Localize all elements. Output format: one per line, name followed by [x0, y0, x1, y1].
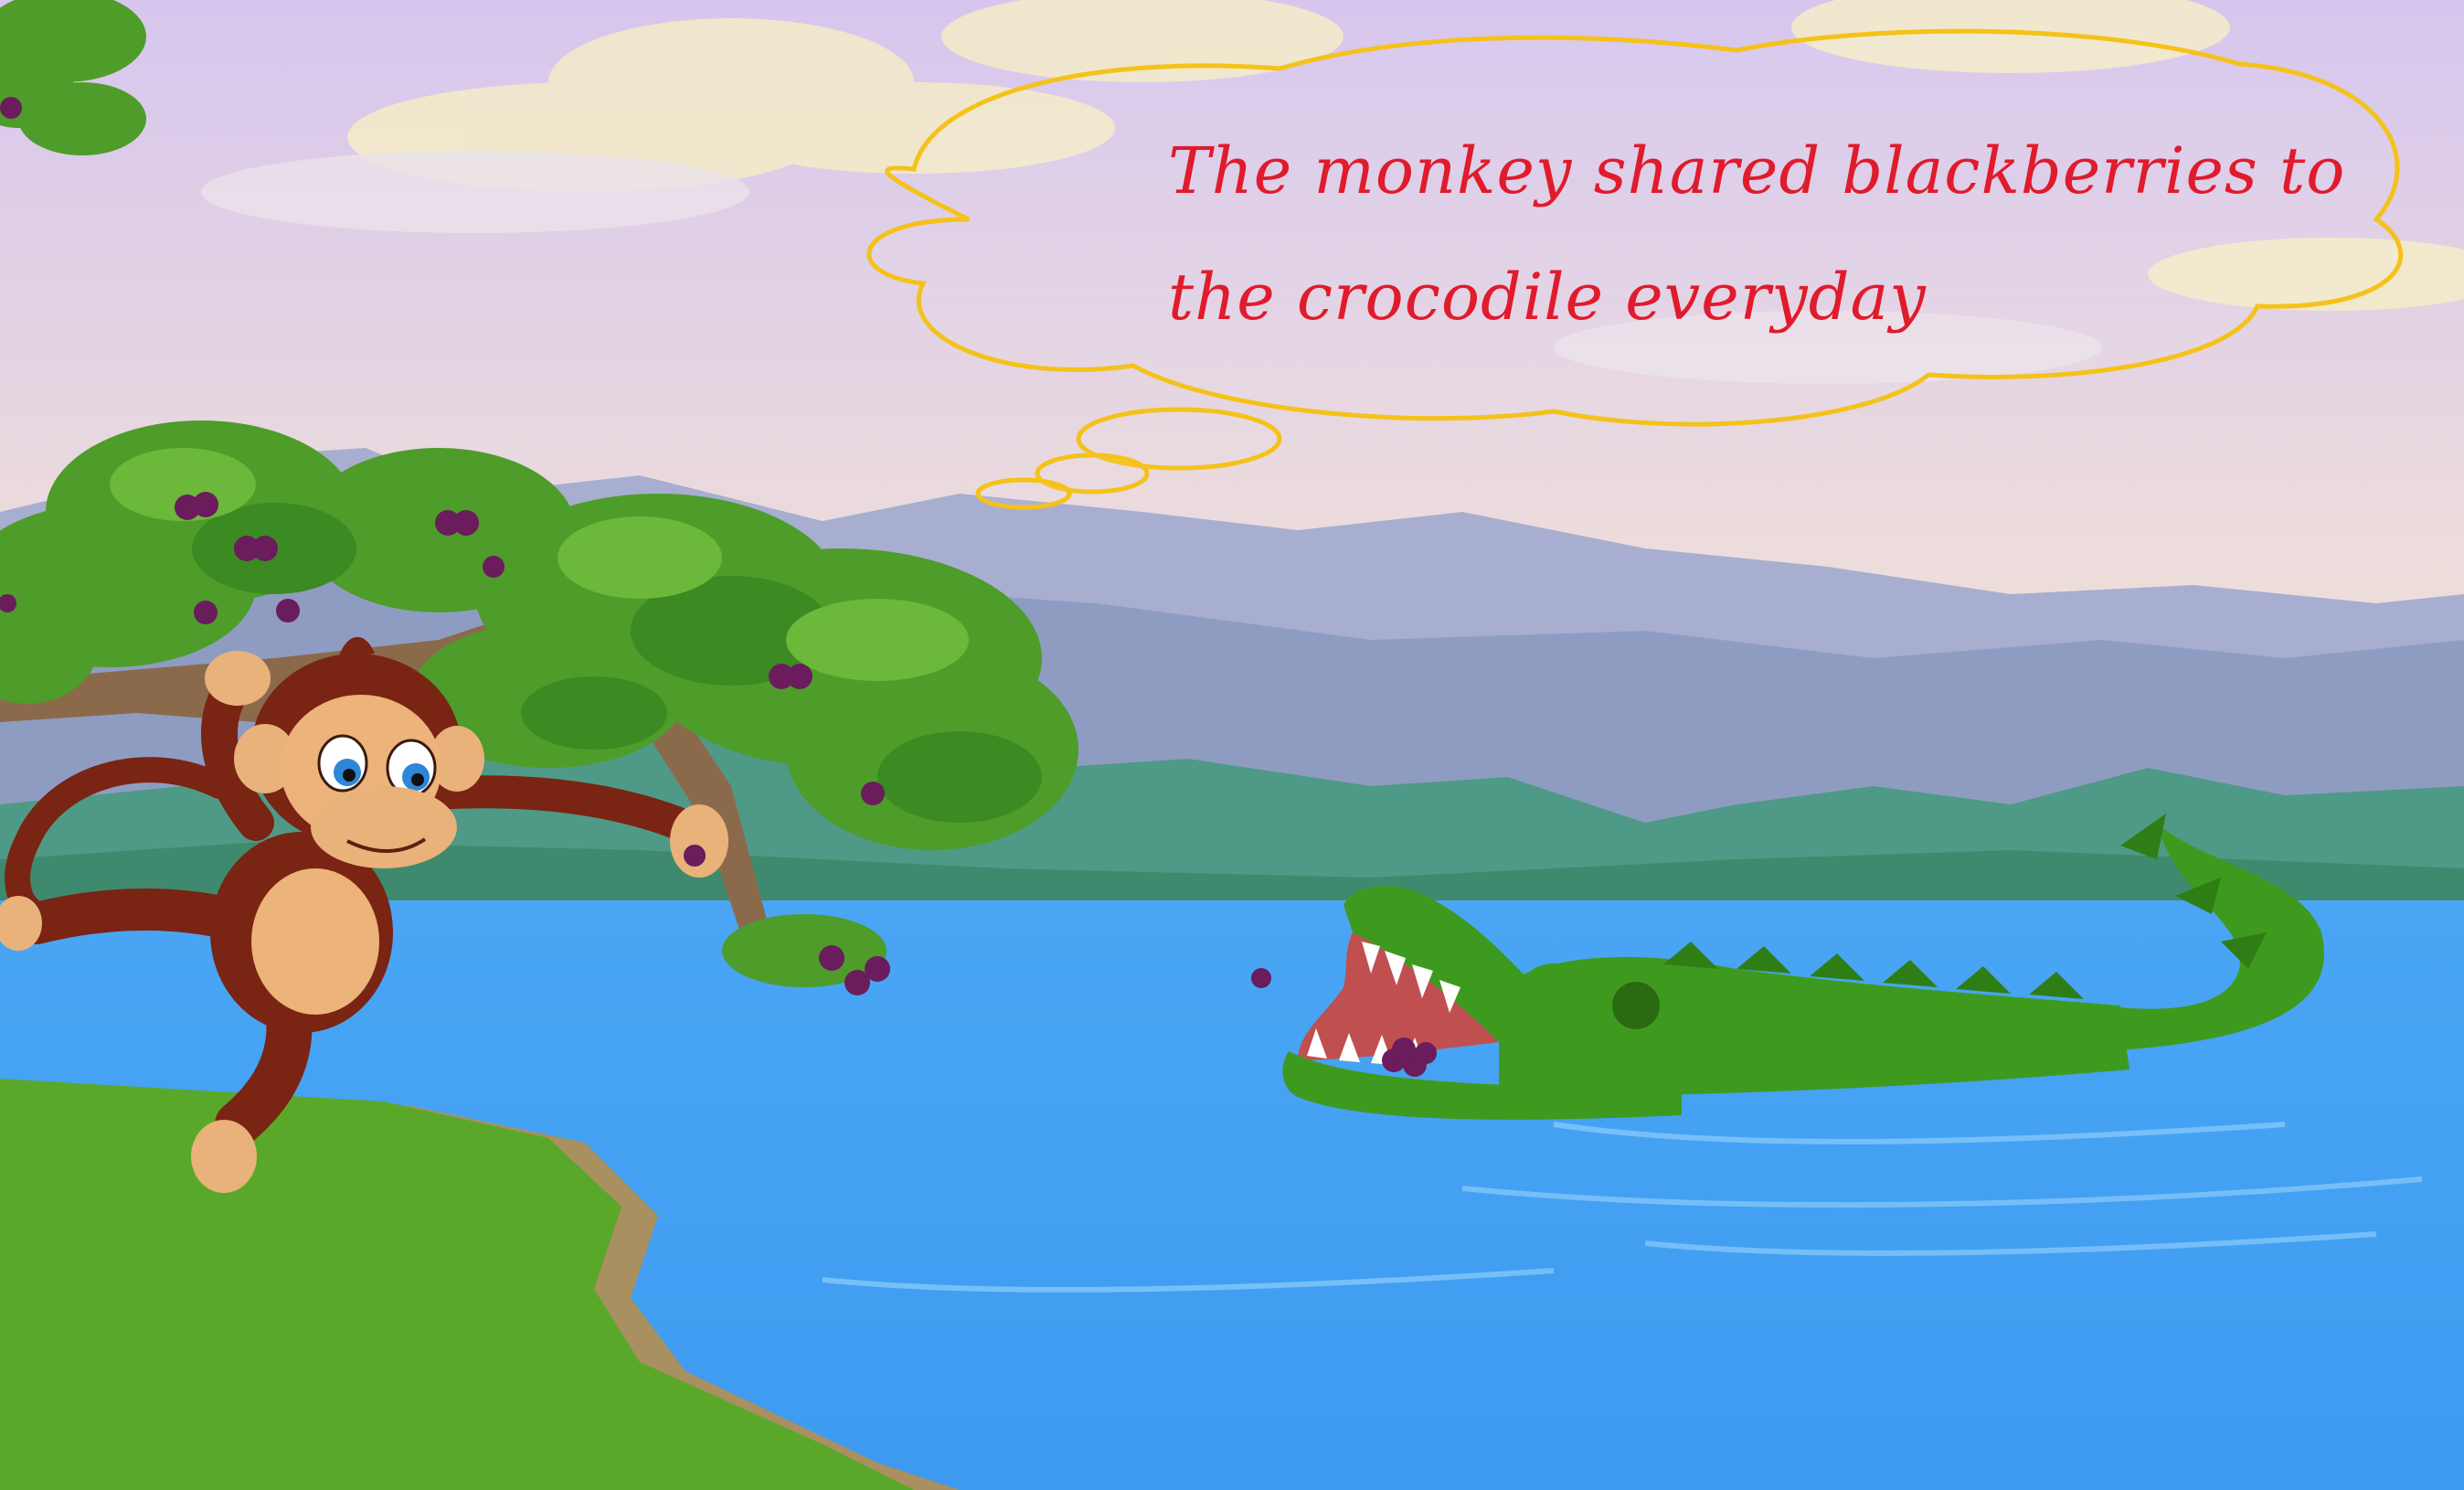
story-scene: The monkey shared blackberries to the cr… [0, 0, 2464, 1490]
caption-line-1: The monkey shared blackberries to [1168, 133, 2346, 208]
story-caption: The monkey shared blackberries to the cr… [1168, 108, 2374, 360]
caption-line-2: the crocodile everyday [1168, 260, 1927, 335]
